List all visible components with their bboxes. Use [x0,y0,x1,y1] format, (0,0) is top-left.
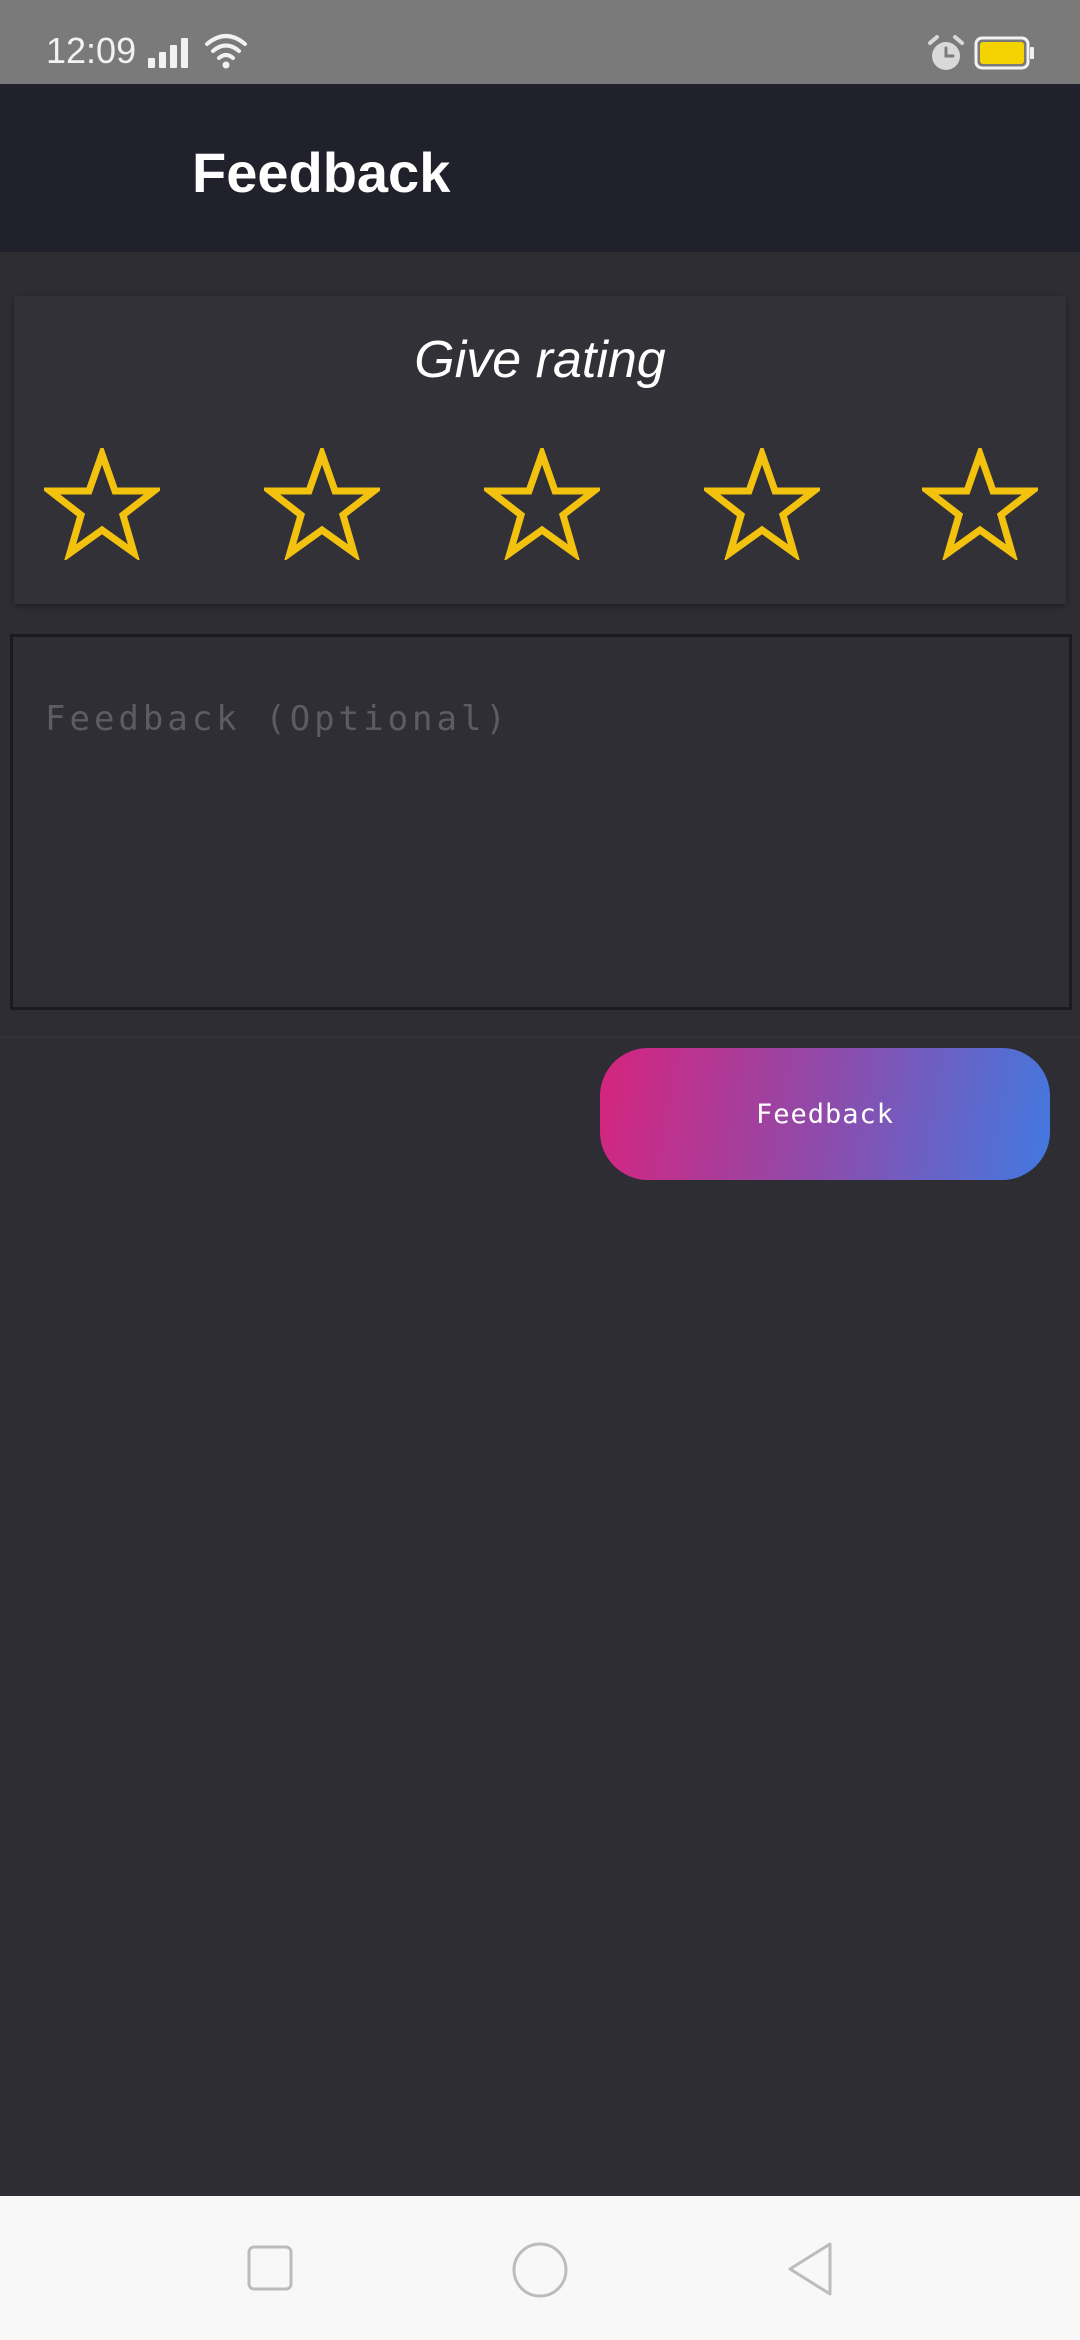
star-3-icon[interactable] [484,448,600,560]
star-2-icon[interactable] [264,448,380,560]
battery-icon [974,36,1034,70]
status-bar: 12:09 [0,0,1080,84]
rating-title: Give rating [414,331,666,389]
star-1-icon[interactable] [44,448,160,560]
wifi-icon [205,34,247,69]
rating-card: Give rating [14,296,1066,604]
system-nav-bar [0,2196,1080,2340]
star-5-icon[interactable] [922,448,1038,560]
recent-apps-icon[interactable] [246,2244,294,2292]
divider [0,1036,1080,1038]
page-title: Feedback [192,141,451,204]
submit-feedback-label: Feedback [755,1098,895,1130]
app-bar: Feedback [0,84,1080,252]
back-icon[interactable] [784,2240,836,2298]
star-4-icon[interactable] [704,448,820,560]
feedback-input[interactable] [43,697,1037,981]
submit-feedback-button[interactable]: Feedback [600,1048,1050,1180]
alarm-icon [928,35,964,70]
signal-icon [148,38,188,68]
status-time: 12:09 [46,30,137,71]
home-icon[interactable] [510,2240,570,2300]
feedback-box [10,634,1072,1010]
